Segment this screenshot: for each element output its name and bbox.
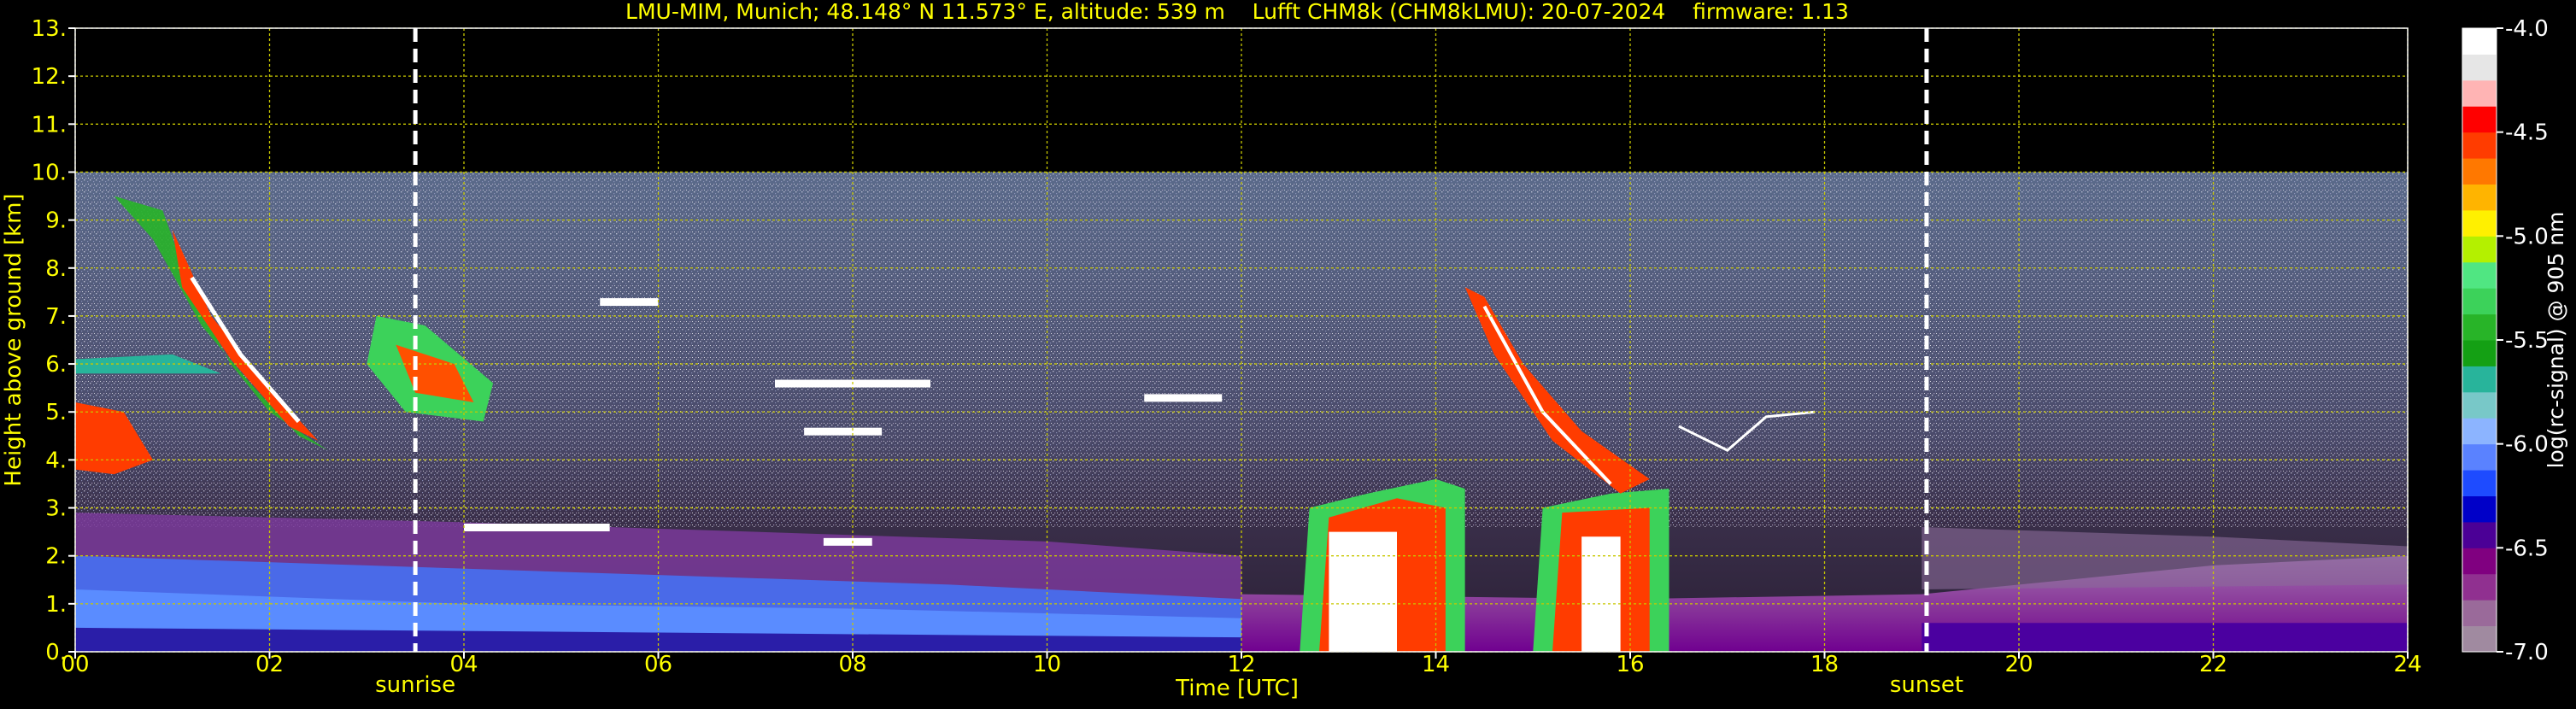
y-tick-label: 8. (45, 256, 67, 282)
colorbar-tick-label: -6.0 (2505, 432, 2549, 458)
colorbar-label: log(rc-signal) @ 905 nm (2544, 212, 2568, 469)
thin-cloud-layer (804, 427, 883, 436)
y-axis-label: Height above ground [km] (1, 193, 26, 486)
colorbar-segment (2462, 106, 2497, 133)
colorbar-segment (2462, 366, 2497, 393)
colorbar-segment (2462, 443, 2497, 471)
x-tick-label: 08 (838, 652, 866, 677)
y-tick-label: 3. (45, 496, 67, 522)
colorbar-segment (2462, 54, 2497, 81)
colorbar-segment (2462, 79, 2497, 107)
colorbar-segment (2462, 261, 2497, 289)
colorbar-segment (2462, 158, 2497, 185)
y-tick-label: 1. (45, 592, 67, 618)
colorbar-segment (2462, 340, 2497, 366)
colorbar-segment (2462, 470, 2497, 496)
convective-cloud-1-dense (1329, 531, 1397, 652)
thin-cloud-layer (464, 524, 610, 531)
colorbar-segment (2462, 288, 2497, 315)
y-tick-label: 9. (45, 208, 67, 234)
colorbar-tick-label: -6.5 (2505, 536, 2549, 561)
x-tick-label: 12 (1227, 652, 1255, 677)
y-tick-label: 12. (32, 64, 67, 90)
thin-cloud-layer (823, 537, 872, 546)
ceilometer-chart: sunrise sunset 00 02 04 06 08 10 12 14 16 18 20 22 24… (0, 0, 2576, 706)
sunrise-label: sunrise (375, 672, 455, 698)
colorbar-segment (2462, 625, 2497, 653)
colorbar-tick-label: -5.5 (2505, 328, 2549, 354)
x-tick-label: 06 (644, 652, 672, 677)
colorbar-tick-label: -5.0 (2505, 224, 2549, 249)
chart-title: LMU-MIM, Munich; 48.148° N 11.573° E, al… (625, 0, 1849, 24)
thin-cloud-layer (1144, 394, 1223, 402)
y-tick-label: 13. (32, 16, 67, 42)
colorbar-segment (2462, 391, 2497, 419)
colorbar-tick-label: -7.0 (2505, 640, 2549, 665)
x-tick-label: 16 (1616, 652, 1644, 677)
colorbar-segment (2462, 600, 2497, 627)
colorbar-segment (2462, 209, 2497, 237)
x-tick-label: 18 (1810, 652, 1839, 677)
chart-canvas: sunrise sunset 00 02 04 06 08 10 12 14 16 18 20 22 24… (0, 0, 2576, 706)
colorbar-segment (2462, 132, 2497, 159)
colorbar-segment (2462, 418, 2497, 445)
x-tick-label: 24 (2393, 652, 2421, 677)
y-tick-label: 2. (45, 544, 67, 570)
y-tick-label: 6. (45, 352, 67, 378)
x-tick-label: 22 (2199, 652, 2227, 677)
colorbar-segment (2462, 236, 2497, 263)
colorbar-segment (2462, 313, 2497, 341)
colorbar-segment (2462, 548, 2497, 575)
x-tick-label: 02 (255, 652, 284, 677)
y-tick-label: 5. (45, 400, 67, 425)
colorbar-tick-label: -4.0 (2505, 16, 2549, 42)
x-tick-label: 04 (449, 652, 478, 677)
colorbar-segment (2462, 573, 2497, 601)
sunset-label: sunset (1890, 672, 1963, 698)
x-axis-label: Time [UTC] (1175, 676, 1299, 701)
colorbar-segment (2462, 495, 2497, 523)
y-tick-label: 4. (45, 448, 67, 473)
x-tick-label: 10 (1033, 652, 1061, 677)
colorbar-segment (2462, 28, 2497, 55)
x-tick-label: 14 (1422, 652, 1450, 677)
x-tick-label: 20 (2004, 652, 2033, 677)
colorbar-segment (2462, 184, 2497, 211)
thin-cloud-layer (600, 298, 659, 307)
nocturnal-layer (1922, 623, 2408, 652)
convective-cloud-2-dense (1581, 536, 1621, 652)
colorbar-tick-label: -4.5 (2505, 120, 2549, 146)
y-tick-label: 7. (45, 304, 67, 330)
colorbar-segment (2462, 521, 2497, 548)
y-tick-label: 10. (32, 160, 67, 185)
y-tick-label: 11. (32, 112, 67, 138)
y-tick-label: 0. (45, 640, 67, 665)
